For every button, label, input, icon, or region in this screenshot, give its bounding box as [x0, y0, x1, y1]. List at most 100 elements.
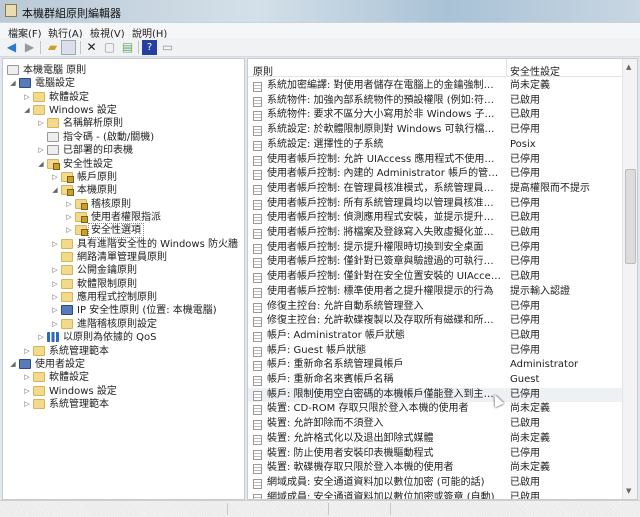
policy-icon — [253, 405, 262, 416]
collapsed-arrow-icon[interactable]: ▷ — [37, 117, 45, 130]
policy-icon — [253, 346, 262, 357]
policy-row[interactable]: 帳戶: Guest 帳戶狀態 已停用 — [248, 344, 622, 359]
policy-row[interactable]: 系統加密編譯: 對使用者儲存在電腦上的金鑰強制使用增強... 尚未定義 — [248, 79, 622, 94]
policy-row[interactable]: 使用者帳戶控制: 僅針對在安全位置安裝的 UIAccess 應用程... 已啟用 — [248, 270, 622, 285]
tree-item-label: 使用者設定 — [35, 358, 85, 370]
status-bar — [0, 500, 640, 517]
collapsed-arrow-icon[interactable]: ▷ — [23, 345, 31, 358]
policy-row[interactable]: 裝置: 防止使用者安裝印表機驅動程式 已停用 — [248, 447, 622, 462]
tree-item-label: 使用者權限指派 — [91, 211, 161, 223]
policy-icon — [253, 478, 262, 489]
column-security-setting[interactable]: 安全性設定 — [510, 63, 560, 78]
delete-icon[interactable]: ✕ — [84, 40, 99, 55]
folder-icon — [33, 91, 45, 102]
policy-row[interactable]: 裝置: 軟碟機存取只限於登入本機的使用者 尚未定義 — [248, 461, 622, 476]
security-setting-value: 已停用 — [510, 315, 540, 327]
expanded-arrow-icon[interactable]: ◢ — [23, 104, 31, 117]
folder-icon — [33, 105, 45, 116]
security-setting-value: 已啟用 — [510, 491, 540, 500]
collapsed-arrow-icon[interactable]: ▷ — [23, 385, 31, 398]
expanded-arrow-icon[interactable]: ◢ — [37, 158, 45, 171]
policy-icon — [253, 331, 262, 342]
console-tree-icon[interactable]: ▭ — [160, 40, 175, 55]
policy-row[interactable]: 系統設定: 於軟體限制原則對 Windows 可執行檔使用憑證規... 已停用 — [248, 123, 622, 138]
tree-item-label: 指令碼 - (啟動/關機) — [63, 131, 155, 143]
collapsed-arrow-icon[interactable]: ▷ — [51, 264, 59, 277]
show-hide-tree-icon[interactable] — [61, 40, 76, 55]
collapsed-arrow-icon[interactable]: ▷ — [51, 291, 59, 304]
expanded-arrow-icon[interactable]: ◢ — [51, 184, 59, 197]
policy-row[interactable]: 網域成員: 安全通道資料加以數位加密或簽章 (自動) 已啟用 — [248, 491, 622, 500]
policy-row[interactable]: 帳戶: Administrator 帳戶狀態 已啟用 — [248, 329, 622, 344]
collapsed-arrow-icon[interactable]: ▷ — [51, 318, 59, 331]
policy-icon — [253, 287, 262, 298]
security-setting-value: 已停用 — [510, 241, 540, 253]
policy-row[interactable]: 修復主控台: 允許自動系統管理登入 已停用 — [248, 300, 622, 315]
folder-icon — [61, 265, 73, 276]
security-setting-value: 已啟用 — [510, 329, 540, 341]
policy-row[interactable]: 系統設定: 選擇性的子系統 Posix — [248, 138, 622, 153]
expanded-arrow-icon[interactable]: ◢ — [9, 358, 17, 371]
scroll-up-icon[interactable]: ▲ — [626, 63, 631, 71]
back-icon[interactable]: ◀ — [4, 40, 19, 55]
policy-row[interactable]: 帳戶: 限制使用空白密碼的本機帳戶僅能登入到主控台 已停用 — [248, 387, 622, 403]
security-setting-value: Administrator — [510, 359, 579, 371]
policy-row[interactable]: 帳戶: 重新命名來賓帳戶名稱 Guest — [248, 373, 622, 388]
policy-row[interactable]: 使用者帳戶控制: 將檔案及登錄寫入失敗虛擬化並儲存至每... 已啟用 — [248, 226, 622, 241]
policy-row[interactable]: 使用者帳戶控制: 在管理員核准模式，系統管理員之提升權... 提高權限而不提示 — [248, 182, 622, 197]
collapsed-arrow-icon[interactable]: ▷ — [51, 238, 59, 251]
policy-row[interactable]: 使用者帳戶控制: 所有系統管理員均以管理員核准模式執行 已停用 — [248, 197, 622, 212]
export-icon[interactable]: ▤ — [120, 40, 135, 55]
policy-row[interactable]: 使用者帳戶控制: 偵測應用程式安裝，並提示提升權限 已啟用 — [248, 211, 622, 226]
help-icon[interactable]: ? — [142, 40, 157, 55]
policy-icon — [253, 449, 262, 460]
properties-icon[interactable]: ▢ — [102, 40, 117, 55]
security-setting-value: 已停用 — [510, 344, 540, 356]
policy-row[interactable]: 系統物件: 要求不區分大小寫用於非 Windows 子系統 已啟用 — [248, 108, 622, 123]
policy-row[interactable]: 裝置: 允許格式化以及退出卸除式媒體 尚未定義 — [248, 432, 622, 447]
collapsed-arrow-icon[interactable]: ▷ — [51, 278, 59, 291]
vertical-scrollbar[interactable]: ▲ ▼ — [622, 59, 637, 499]
collapsed-arrow-icon[interactable]: ▷ — [23, 91, 31, 104]
secure-folder-icon — [75, 225, 88, 237]
collapsed-arrow-icon[interactable]: ▷ — [65, 198, 73, 211]
tree-item-label: 公開金鑰原則 — [77, 265, 137, 277]
policy-icon — [253, 302, 262, 313]
policy-row[interactable]: 使用者帳戶控制: 僅針對已簽章與驗證過的可執行檔，提高... 已停用 — [248, 255, 622, 270]
policy-name: 帳戶: 限制使用空白密碼的本機帳戶僅能登入到主控台 — [267, 388, 503, 400]
policy-row[interactable]: 使用者帳戶控制: 提示提升權限時切換到安全桌面 已停用 — [248, 241, 622, 256]
policy-row[interactable]: 使用者帳戶控制: 允許 UIAccess 應用程式不使用安全桌面來... 已停用 — [248, 153, 622, 168]
scroll-down-icon[interactable]: ▼ — [626, 487, 631, 495]
collapsed-arrow-icon[interactable]: ▷ — [51, 304, 59, 317]
policy-row[interactable]: 網域成員: 安全通道資料加以數位加密 (可能的話) 已啟用 — [248, 476, 622, 491]
document-icon — [47, 145, 59, 156]
column-policy[interactable]: 原則 — [253, 63, 273, 78]
forward-icon[interactable]: ▶ — [22, 40, 37, 55]
policy-name: 網域成員: 安全通道資料加以數位加密 (可能的話) — [267, 476, 485, 488]
up-folder-icon[interactable]: ▰ — [45, 40, 60, 55]
collapsed-arrow-icon[interactable]: ▷ — [37, 144, 45, 157]
policy-icon — [253, 229, 262, 239]
security-setting-value: 提示輸入認證 — [510, 285, 570, 297]
collapsed-arrow-icon[interactable]: ▷ — [23, 398, 31, 411]
collapsed-arrow-icon[interactable]: ▷ — [65, 211, 73, 224]
collapsed-arrow-icon[interactable]: ▷ — [37, 331, 45, 344]
policy-row[interactable]: 帳戶: 重新命名系統管理員帳戶 Administrator — [248, 358, 622, 373]
collapsed-arrow-icon[interactable]: ▷ — [65, 224, 73, 237]
security-setting-value: 已啟用 — [510, 212, 540, 224]
expanded-arrow-icon[interactable]: ◢ — [9, 77, 17, 90]
folder-icon — [33, 372, 45, 383]
security-setting-value: 已停用 — [510, 256, 540, 268]
collapsed-arrow-icon[interactable]: ▷ — [23, 371, 31, 384]
policy-row[interactable]: 使用者帳戶控制: 內建的 Administrator 帳戶的管理員核准模... 已… — [248, 167, 622, 182]
policy-row[interactable]: 修復主控台: 允許軟碟複製以及存取所有磁碟和所有資料夾 已停用 — [248, 314, 622, 329]
policy-row[interactable]: 使用者帳戶控制: 標準使用者之提升權限提示的行為 提示輸入認證 — [248, 285, 622, 300]
tree-item-label: 名稱解析原則 — [63, 118, 123, 130]
scroll-thumb[interactable] — [625, 169, 636, 264]
collapsed-arrow-icon[interactable]: ▷ — [51, 171, 59, 184]
folder-icon — [61, 278, 73, 289]
policy-row[interactable]: 系統物件: 加強內部系統物件的預設權限 (例如:符號連結) 已啟用 — [248, 94, 622, 109]
policy-row[interactable]: 裝置: 允許卸除而不須登入 已啟用 — [248, 417, 622, 432]
policy-row[interactable]: 裝置: CD-ROM 存取只限於登入本機的使用者 尚未定義 — [248, 402, 622, 417]
policy-icon — [253, 273, 262, 284]
